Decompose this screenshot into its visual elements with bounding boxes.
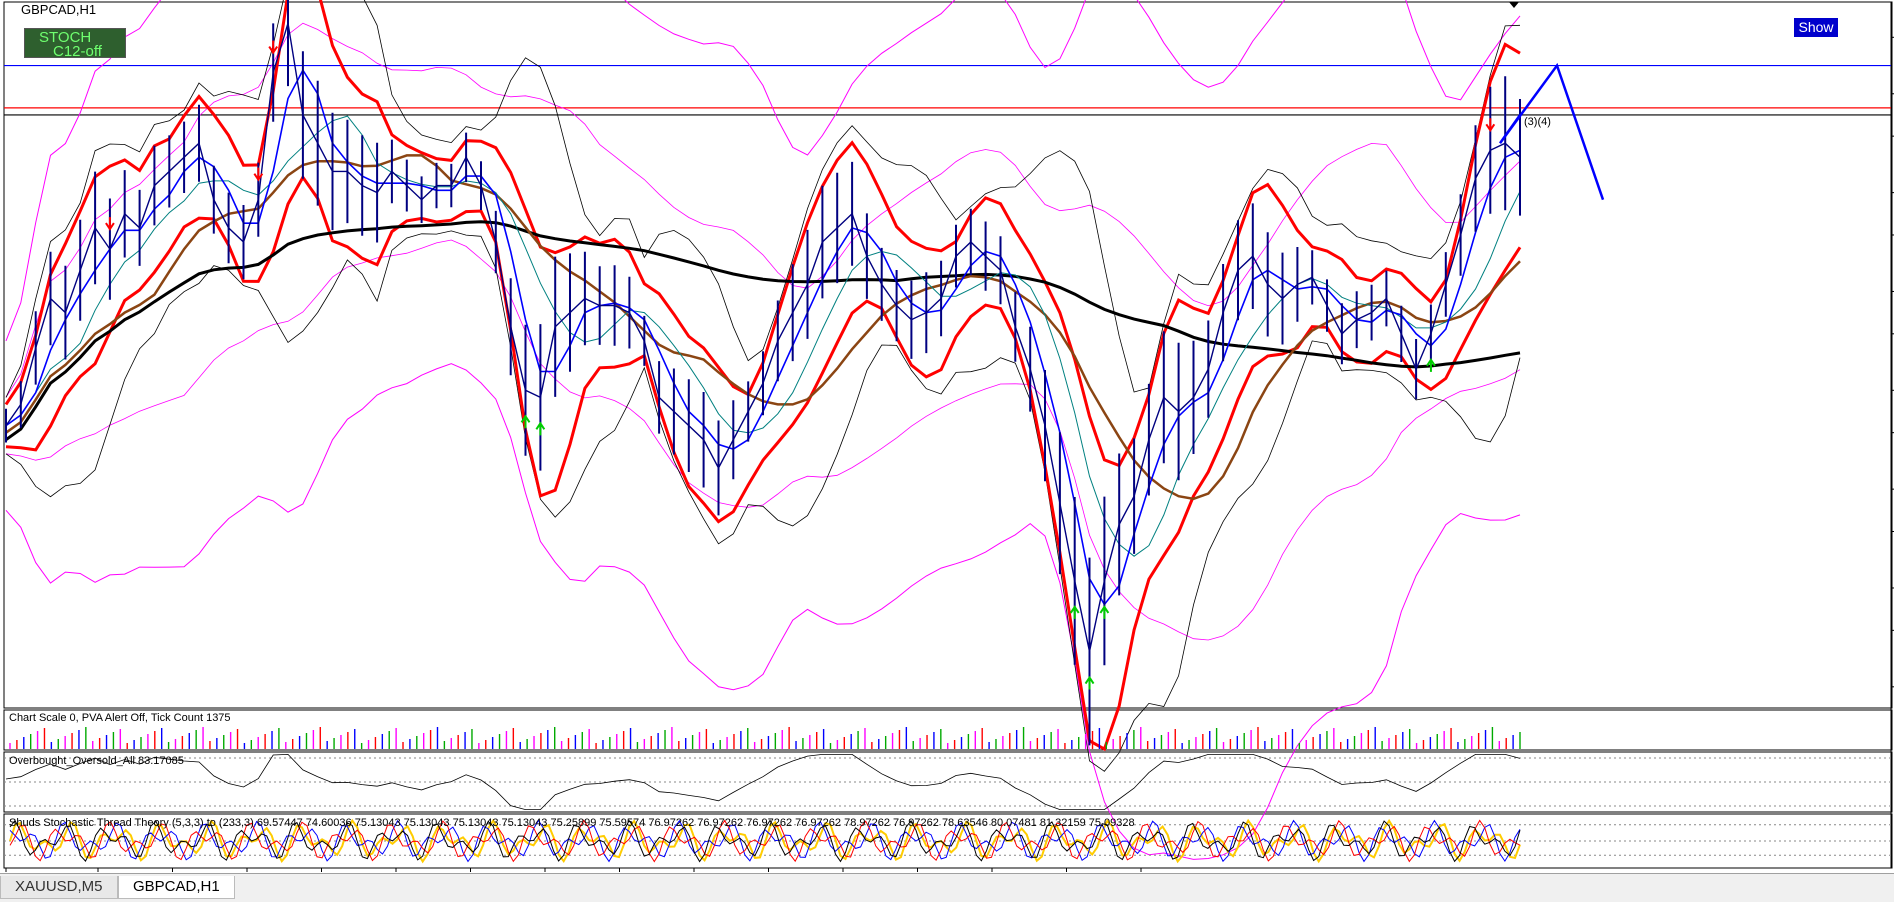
rsi-frame: [3, 751, 1893, 813]
stoch-toggle-button[interactable]: STOCH C12-off: [24, 28, 126, 60]
tab-gbpcad[interactable]: GBPCAD,H1: [118, 876, 235, 899]
rsi-panel-label: Overbought_Oversold_All 83.17085: [9, 755, 184, 767]
symbol-tab-bar: XAUUSD,M5 GBPCAD,H1: [0, 873, 1894, 902]
stoch-panel-label: Shuds Stochastic Thread Theory (5,3,3) t…: [9, 817, 1135, 829]
chart-svg: 1.7341.7301.7271.7231.7201.7161.7131.709…: [3, 0, 1894, 888]
symbol-label: GBPCAD,H1: [21, 2, 97, 17]
pattern-label: (3)(4): [1524, 116, 1551, 128]
tab-xauusd[interactable]: XAUUSD,M5: [0, 876, 118, 899]
stoch-button-sublabel: C12-off: [53, 43, 102, 60]
show-button[interactable]: Show: [1793, 17, 1839, 38]
volume-panel-label: Chart Scale 0, PVA Alert Off, Tick Count…: [9, 712, 231, 724]
chart-root: 1.7341.7301.7271.7231.7201.7161.7131.709…: [0, 0, 1894, 901]
